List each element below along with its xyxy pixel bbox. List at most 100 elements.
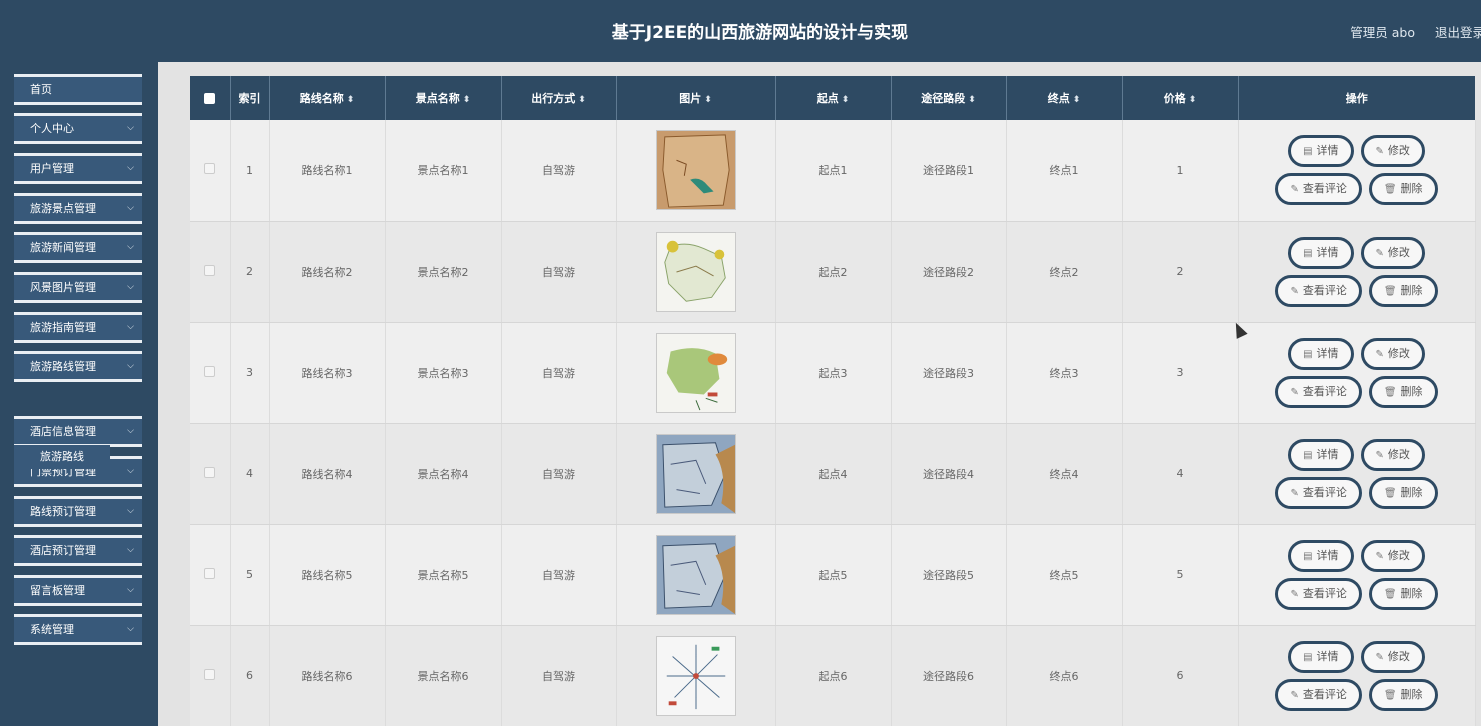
sidebar-item-5[interactable]: 旅游新闻管理 ⌵ (14, 232, 142, 263)
cell-via: 途径路段1 (891, 120, 1007, 222)
chevron-down-icon: ⌵ (127, 545, 134, 555)
sidebar-subitem-active[interactable]: 旅游路线 (14, 445, 110, 469)
column-header-6[interactable]: 起点 ⬍ (775, 76, 892, 120)
row-checkbox[interactable] (204, 163, 216, 175)
sidebar-item-3[interactable]: 用户管理 ⌵ (14, 153, 142, 184)
cell-spot-name: 景点名称2 (385, 221, 502, 323)
view-comments-button[interactable]: ✎ 查看评论 (1275, 274, 1362, 307)
column-header-label: 终点 (1047, 92, 1070, 105)
column-header-3[interactable]: 景点名称 ⬍ (385, 76, 502, 120)
cell-index: 6 (230, 625, 270, 726)
detail-button-label: 详情 (1316, 548, 1339, 562)
sort-icon[interactable]: ⬍ (463, 95, 471, 105)
sidebar-item-label: 酒店信息管理 (30, 425, 96, 438)
edit-button[interactable]: ✎ 修改 (1360, 640, 1425, 673)
sidebar-item-label: 风景图片管理 (30, 281, 96, 294)
sidebar-item-12[interactable]: 酒店预订管理 ⌵ (14, 535, 142, 566)
row-select-cell[interactable] (190, 524, 231, 626)
view-comments-button[interactable]: ✎ 查看评论 (1275, 375, 1362, 408)
sidebar-item-8[interactable]: 旅游路线管理 ⌵ (14, 351, 142, 382)
column-header-label: 价格 (1163, 92, 1186, 105)
header-select-all[interactable] (190, 76, 231, 120)
row-checkbox[interactable] (204, 567, 216, 579)
sort-icon[interactable]: ⬍ (1189, 95, 1197, 105)
detail-button[interactable]: ▤ 详情 (1288, 640, 1354, 673)
sidebar-item-11[interactable]: 路线预订管理 ⌵ (14, 496, 142, 527)
column-header-label: 景点名称 (415, 92, 460, 105)
sort-icon[interactable]: ⬍ (1073, 95, 1081, 105)
row-select-cell[interactable] (190, 423, 231, 525)
cell-index: 5 (230, 524, 270, 626)
cell-start: 起点3 (775, 322, 892, 424)
edit-button[interactable]: ✎ 修改 (1360, 337, 1425, 370)
detail-button[interactable]: ▤ 详情 (1288, 539, 1354, 572)
sidebar-item-4[interactable]: 旅游景点管理 ⌵ (14, 193, 142, 224)
cell-travel-mode: 自驾游 (501, 120, 617, 222)
sidebar-item-9[interactable]: 酒店信息管理 ⌵ (14, 416, 142, 447)
column-header-4[interactable]: 出行方式 ⬍ (501, 76, 617, 120)
row-checkbox[interactable] (204, 264, 216, 276)
pencil-icon: ✎ (1290, 689, 1299, 701)
row-select-cell[interactable] (190, 322, 231, 424)
edit-button[interactable]: ✎ 修改 (1360, 236, 1425, 269)
document-icon: ▤ (1303, 651, 1313, 663)
sidebar-item-6[interactable]: 风景图片管理 ⌵ (14, 272, 142, 303)
column-header-9[interactable]: 价格 ⬍ (1122, 76, 1239, 120)
row-checkbox[interactable] (204, 365, 216, 377)
detail-button[interactable]: ▤ 详情 (1288, 438, 1354, 471)
chevron-down-icon: ⌵ (127, 585, 134, 595)
delete-button[interactable]: 🗑 删除 (1368, 375, 1438, 408)
cell-spot-name: 景点名称3 (385, 322, 502, 424)
sidebar-item-label: 用户管理 (30, 162, 74, 175)
select-all-checkbox[interactable] (204, 93, 216, 104)
row-select-cell[interactable] (190, 120, 231, 222)
document-icon: ▤ (1303, 348, 1313, 360)
delete-button[interactable]: 🗑 删除 (1368, 476, 1438, 509)
detail-button[interactable]: ▤ 详情 (1288, 337, 1354, 370)
row-select-cell[interactable] (190, 625, 231, 726)
cell-end: 终点6 (1006, 625, 1123, 726)
column-header-8[interactable]: 终点 ⬍ (1006, 76, 1123, 120)
view-comments-button[interactable]: ✎ 查看评论 (1275, 577, 1362, 610)
row-checkbox[interactable] (204, 668, 216, 680)
pencil-icon: ✎ (1290, 487, 1299, 499)
sidebar-item-7[interactable]: 旅游指南管理 ⌵ (14, 312, 142, 343)
table-row: 1 路线名称1 景点名称1 自驾游 起点1 途径路段1 终点1 1 ▤ 详情 ✎ 修改 ✎ 查看评论 🗑 删除 (190, 120, 1476, 222)
route-map-image (655, 433, 736, 514)
detail-button[interactable]: ▤ 详情 (1288, 236, 1354, 269)
logout-link[interactable]: 退出登录 (1435, 22, 1481, 41)
sidebar-item-14[interactable]: 系统管理 ⌵ (14, 614, 142, 645)
sort-icon[interactable]: ⬍ (704, 95, 712, 105)
delete-button[interactable]: 🗑 删除 (1368, 173, 1438, 206)
chevron-down-icon: ⌵ (127, 322, 134, 332)
cell-price: 4 (1122, 423, 1239, 525)
sort-icon[interactable]: ⬍ (968, 95, 976, 105)
edit-button-label: 修改 (1387, 447, 1410, 461)
column-header-2[interactable]: 路线名称 ⬍ (269, 76, 386, 120)
delete-button[interactable]: 🗑 删除 (1368, 577, 1438, 610)
detail-button[interactable]: ▤ 详情 (1288, 135, 1354, 168)
sidebar-item-13[interactable]: 留言板管理 ⌵ (14, 575, 142, 606)
cell-travel-mode: 自驾游 (501, 221, 617, 323)
sidebar-item-label: 旅游路线管理 (30, 360, 96, 373)
delete-button[interactable]: 🗑 删除 (1368, 678, 1438, 711)
edit-button[interactable]: ✎ 修改 (1360, 539, 1425, 572)
view-comments-button[interactable]: ✎ 查看评论 (1275, 173, 1362, 206)
delete-button[interactable]: 🗑 删除 (1368, 274, 1438, 307)
column-header-7[interactable]: 途径路段 ⬍ (891, 76, 1007, 120)
view-comments-button[interactable]: ✎ 查看评论 (1275, 476, 1362, 509)
column-header-label: 起点 (816, 92, 839, 105)
column-header-5[interactable]: 图片 ⬍ (616, 76, 776, 120)
row-select-cell[interactable] (190, 221, 231, 323)
sidebar-item-1[interactable]: 首页 (14, 74, 142, 105)
edit-button[interactable]: ✎ 修改 (1360, 135, 1425, 168)
edit-button-label: 修改 (1387, 346, 1410, 360)
route-map-image (655, 635, 736, 716)
view-comments-button[interactable]: ✎ 查看评论 (1275, 678, 1362, 711)
row-checkbox[interactable] (204, 466, 216, 478)
edit-button[interactable]: ✎ 修改 (1360, 438, 1425, 471)
sort-icon[interactable]: ⬍ (347, 95, 355, 105)
sort-icon[interactable]: ⬍ (842, 95, 850, 105)
sidebar-item-2[interactable]: 个人中心 ⌵ (14, 113, 142, 144)
sort-icon[interactable]: ⬍ (578, 95, 586, 105)
